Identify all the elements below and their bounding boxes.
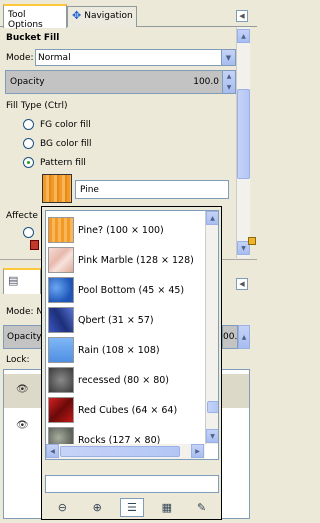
- pattern-item-label: Pink Marble (128 × 128): [78, 254, 194, 266]
- fg-fill-radio[interactable]: [23, 119, 34, 130]
- pattern-thumbnail: [48, 277, 74, 303]
- bg-fill-label: BG color fill: [40, 138, 92, 149]
- pattern-list: Pine? (100 × 100) Pink Marble (128 × 128…: [45, 210, 219, 460]
- tab-navigation[interactable]: ✥ Navigation: [67, 6, 137, 27]
- scroll-right-icon[interactable]: ▶: [191, 444, 204, 458]
- pattern-item-label: Red Cubes (64 × 64): [78, 404, 178, 416]
- pattern-fill-option[interactable]: Pattern fill: [23, 157, 86, 168]
- tab-tool-options[interactable]: Tool Options: [3, 4, 67, 30]
- pattern-item-label: Pool Bottom (45 × 45): [78, 284, 185, 296]
- tab-layers[interactable]: ▤: [3, 268, 41, 294]
- pattern-item-label: recessed (80 × 80): [78, 374, 169, 386]
- layers-opacity-slider[interactable]: Opacity: [3, 325, 43, 349]
- scrollbar-thumb[interactable]: [207, 401, 218, 413]
- pattern-item[interactable]: Pine? (100 × 100): [46, 215, 206, 245]
- opacity-slider[interactable]: Opacity 100.0: [5, 70, 224, 94]
- tab-tool-options-label: Tool Options: [8, 10, 43, 30]
- opacity-spinner[interactable]: ▲ ▼: [222, 70, 236, 94]
- pattern-preview-button[interactable]: [42, 174, 72, 203]
- layers-opacity-spinner[interactable]: ▲: [238, 325, 250, 349]
- pattern-name-field[interactable]: Pine: [75, 180, 229, 199]
- layers-panel-menu-icon[interactable]: ◀: [236, 278, 248, 290]
- pattern-thumbnail: [48, 367, 74, 393]
- scroll-down-icon[interactable]: ▼: [206, 429, 218, 443]
- pattern-item[interactable]: Rain (108 × 108): [46, 335, 206, 365]
- pattern-popup-toolbar: ⊖ ⊕ ☰ ▦ ✎: [45, 497, 219, 518]
- pattern-search-field[interactable]: [45, 475, 219, 493]
- opacity-label: Opacity: [10, 77, 45, 87]
- scroll-up-icon[interactable]: ▲: [237, 29, 250, 43]
- mode-label: Mode:: [6, 53, 34, 63]
- pattern-fill-radio[interactable]: [23, 157, 34, 168]
- zoom-in-icon[interactable]: ⊕: [85, 498, 109, 517]
- pattern-thumbnail: [48, 217, 74, 243]
- pattern-item[interactable]: Red Cubes (64 × 64): [46, 395, 206, 425]
- pattern-fill-label: Pattern fill: [40, 157, 86, 168]
- panel-menu-icon[interactable]: ◀: [236, 10, 248, 22]
- pattern-item[interactable]: Pink Marble (128 × 128): [46, 245, 206, 275]
- list-view-icon[interactable]: ☰: [119, 498, 144, 517]
- scrollbar-thumb[interactable]: [237, 89, 250, 179]
- pattern-item-label: Rain (108 × 108): [78, 344, 160, 356]
- tab-navigation-label: Navigation: [84, 11, 133, 21]
- layers-mode-label: Mode: N: [6, 307, 44, 317]
- pattern-item-label: Qbert (31 × 57): [78, 314, 154, 326]
- bg-fill-radio[interactable]: [23, 138, 34, 149]
- pattern-item-label: Pine? (100 × 100): [78, 224, 164, 236]
- pattern-item[interactable]: Qbert (31 × 57): [46, 305, 206, 335]
- lock-label: Lock:: [6, 355, 30, 365]
- hscrollbar-thumb[interactable]: [60, 446, 180, 457]
- edit-pattern-icon[interactable]: ✎: [190, 498, 214, 517]
- fill-type-label: Fill Type (Ctrl): [6, 101, 68, 111]
- tool-options-scrollbar[interactable]: ▲ ▼: [236, 27, 250, 258]
- mode-value: Normal: [38, 52, 71, 63]
- reset-icon[interactable]: [248, 237, 256, 245]
- pattern-chooser-popup: Pine? (100 × 100) Pink Marble (128 × 128…: [41, 206, 222, 520]
- chevron-down-icon: ▼: [221, 50, 235, 65]
- pattern-item[interactable]: Pool Bottom (45 × 45): [46, 275, 206, 305]
- pattern-thumbnail: [48, 397, 74, 423]
- bg-color-fill-option[interactable]: BG color fill: [23, 138, 92, 149]
- affected-radio[interactable]: [23, 227, 34, 238]
- layers-opacity-label: Opacity: [7, 332, 42, 342]
- layers-tab-icon: ▤: [8, 274, 19, 287]
- scroll-left-icon[interactable]: ◀: [46, 444, 59, 458]
- pattern-item[interactable]: recessed (80 × 80): [46, 365, 206, 395]
- navigation-icon: ✥: [72, 9, 82, 22]
- pattern-list-hscrollbar[interactable]: ◀ ▶: [46, 444, 205, 459]
- mode-select[interactable]: Normal ▼: [35, 49, 236, 66]
- grid-view-icon[interactable]: ▦: [155, 498, 179, 517]
- zoom-out-icon[interactable]: ⊖: [50, 498, 74, 517]
- pattern-thumbnail: [48, 337, 74, 363]
- fg-color-fill-option[interactable]: FG color fill: [23, 119, 91, 130]
- tool-title: Bucket Fill: [6, 33, 60, 43]
- pattern-list-scrollbar[interactable]: ▲ ▼: [205, 211, 218, 444]
- save-options-icon[interactable]: [30, 240, 39, 250]
- pattern-name: Pine: [80, 185, 99, 195]
- scroll-up-icon[interactable]: ▲: [206, 211, 218, 225]
- pattern-thumbnail: [48, 247, 74, 273]
- pattern-thumbnail: [48, 307, 74, 333]
- opacity-value: 100.0: [193, 77, 219, 87]
- affected-area-label: Affecte: [6, 211, 38, 221]
- fg-fill-label: FG color fill: [40, 119, 91, 130]
- layers-opacity-value-box: 00.0: [222, 325, 243, 349]
- eye-icon[interactable]: 👁: [16, 420, 29, 431]
- eye-icon[interactable]: 👁: [16, 384, 29, 395]
